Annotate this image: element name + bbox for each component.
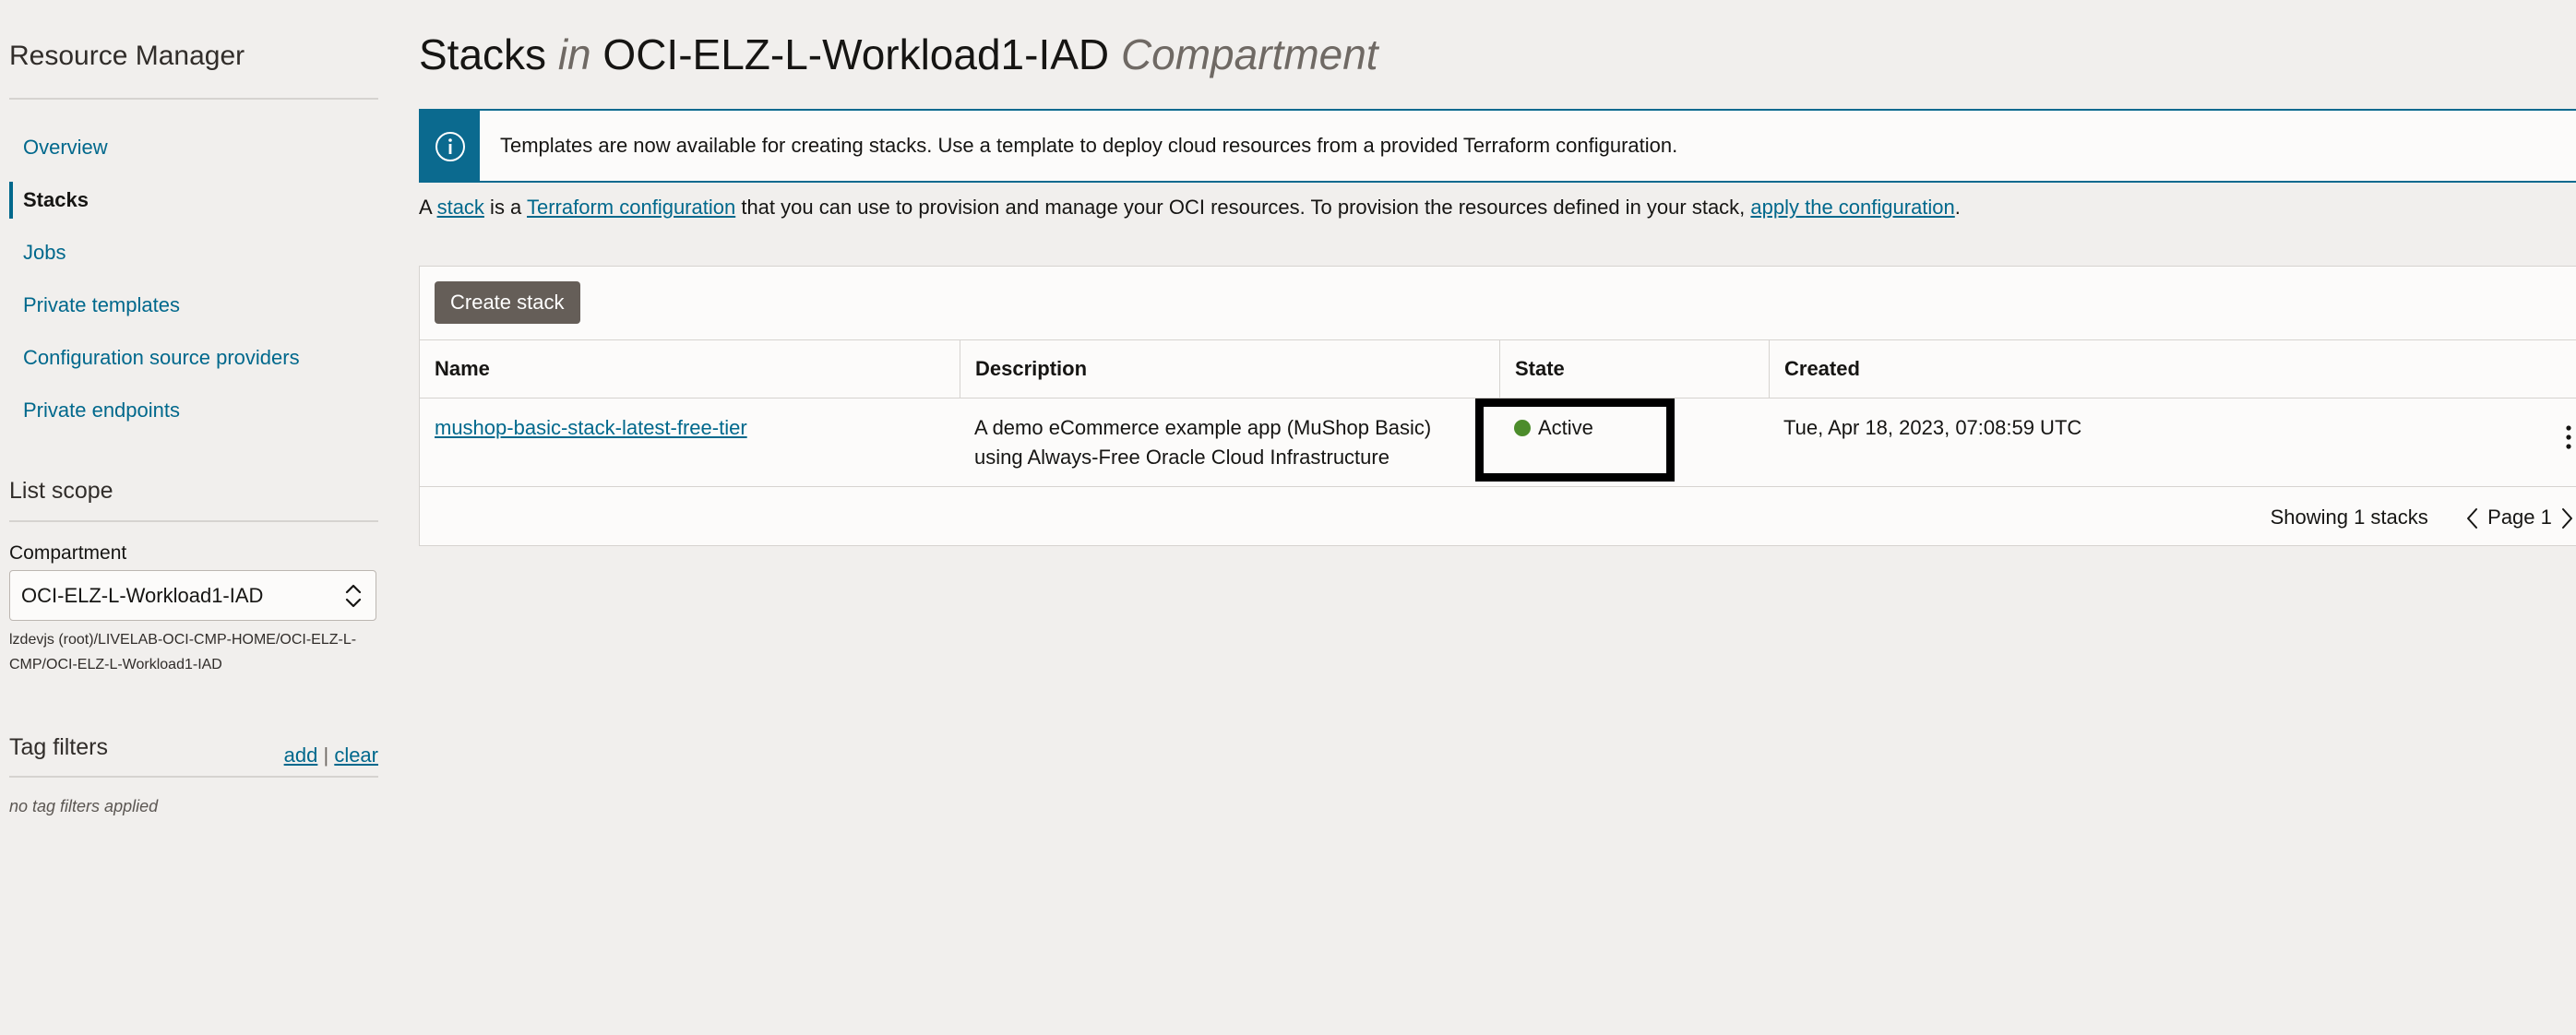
chevron-up-down-icon — [345, 584, 362, 608]
stack-name-link[interactable]: mushop-basic-stack-latest-free-tier — [435, 416, 747, 439]
tag-filter-actions: add | clear — [284, 744, 378, 767]
compartment-path: lzdevjs (root)/LIVELAB-OCI-CMP-HOME/OCI-… — [9, 632, 357, 672]
page-title-suffix: Compartment — [1120, 30, 1378, 78]
table-footer: Showing 1 stacks Page 1 — [2271, 501, 2576, 534]
main-content: Stacks in OCI-ELZ-L-Workload1-IAD Compar… — [419, 0, 2576, 1035]
table-row: mushop-basic-stack-latest-free-tier A de… — [420, 399, 2576, 487]
info-icon — [435, 132, 465, 161]
list-scope-divider — [9, 520, 378, 522]
sidebar-item-private-endpoints[interactable]: Private endpoints — [9, 392, 378, 445]
tag-clear-link[interactable]: clear — [334, 744, 378, 767]
page-title-compartment: OCI-ELZ-L-Workload1-IAD — [602, 30, 1110, 78]
sidebar-item-configuration-source-providers[interactable]: Configuration source providers — [9, 339, 378, 392]
compartment-label: Compartment — [9, 542, 127, 564]
sidebar-nav: Overview Stacks Jobs Private templates C… — [9, 129, 378, 445]
list-scope-title: List scope — [9, 478, 113, 504]
column-header-description: Description — [960, 340, 1499, 398]
table-header: Name Description State Created — [420, 339, 2576, 399]
chevron-left-icon[interactable] — [2463, 506, 2482, 530]
tag-add-link[interactable]: add — [284, 744, 318, 767]
intro-text-3: that you can use to provision and manage… — [735, 196, 1751, 219]
info-banner: Templates are now available for creating… — [419, 109, 2576, 183]
page-title-in: in — [557, 30, 591, 78]
intro-text-1: A — [419, 196, 437, 219]
page-title-prefix: Stacks — [419, 30, 547, 78]
sidebar-item-private-templates[interactable]: Private templates — [9, 287, 378, 339]
create-stack-button[interactable]: Create stack — [435, 281, 580, 324]
tag-filters-title: Tag filters — [9, 734, 108, 760]
intro-text: A stack is a Terraform configuration tha… — [419, 196, 1961, 220]
stack-link[interactable]: stack — [437, 196, 484, 219]
sidebar-item-jobs[interactable]: Jobs — [9, 234, 378, 287]
intro-text-4: . — [1954, 196, 1961, 219]
tag-action-separator: | — [323, 744, 329, 767]
page-title: Stacks in OCI-ELZ-L-Workload1-IAD Compar… — [419, 30, 1378, 79]
tag-filters-divider — [9, 776, 378, 778]
banner-icon-box — [421, 111, 480, 181]
cell-state: Active — [1499, 413, 1593, 443]
column-header-created[interactable]: Created — [1769, 340, 2576, 398]
cell-description: A demo eCommerce example app (MuShop Bas… — [960, 413, 1499, 472]
compartment-select[interactable]: OCI-ELZ-L-Workload1-IAD — [9, 570, 376, 621]
stacks-table: Name Description State Created mushop-ba… — [420, 339, 2576, 487]
column-header-name[interactable]: Name — [420, 340, 960, 398]
showing-count: Showing 1 stacks — [2270, 506, 2428, 529]
more-actions-icon[interactable] — [2558, 419, 2576, 456]
sidebar-item-overview[interactable]: Overview — [9, 129, 378, 182]
banner-text: Templates are now available for creating… — [500, 134, 1678, 157]
description-line-1: A demo eCommerce example app (MuShop Bas… — [974, 416, 1432, 439]
sidebar-divider — [9, 98, 378, 100]
terraform-configuration-link[interactable]: Terraform configuration — [527, 196, 735, 219]
state-label: Active — [1538, 416, 1593, 439]
description-line-2: using Always-Free Oracle Cloud Infrastru… — [974, 446, 1389, 469]
page-indicator: Page 1 — [2487, 506, 2552, 529]
cell-created: Tue, Apr 18, 2023, 07:08:59 UTC — [1783, 416, 2082, 439]
intro-text-2: is a — [483, 196, 527, 219]
sidebar-item-stacks[interactable]: Stacks — [9, 182, 378, 234]
chevron-right-icon[interactable] — [2558, 506, 2576, 530]
cell-name: mushop-basic-stack-latest-free-tier — [420, 413, 747, 443]
column-header-state[interactable]: State — [1499, 340, 1769, 398]
compartment-select-value: OCI-ELZ-L-Workload1-IAD — [21, 584, 264, 607]
sidebar-title: Resource Manager — [9, 41, 245, 71]
apply-configuration-link[interactable]: apply the configuration — [1750, 196, 1954, 219]
tag-filters-empty: no tag filters applied — [9, 797, 159, 815]
stacks-panel: Create stack Name Description State Crea… — [419, 266, 2576, 546]
state-active-dot-icon — [1514, 420, 1531, 436]
